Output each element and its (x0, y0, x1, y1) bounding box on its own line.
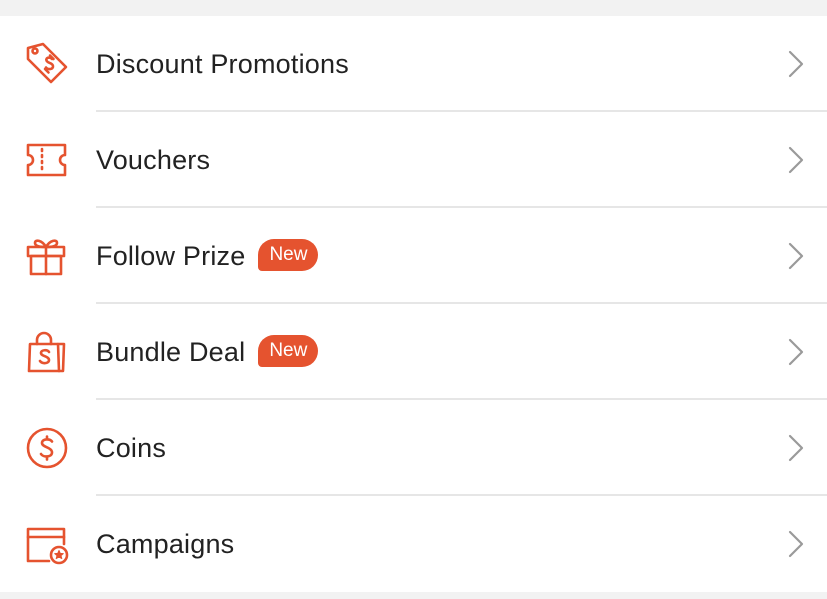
menu-item-label: Coins (96, 432, 167, 463)
voucher-ticket-icon (22, 136, 70, 184)
menu-item-coins[interactable]: Coins (0, 400, 827, 496)
menu-item-follow-prize[interactable]: Follow Prize New (0, 208, 827, 304)
shopping-bag-icon (22, 328, 70, 376)
menu-item-campaigns[interactable]: Campaigns (0, 496, 827, 592)
menu-item-label: Campaigns (96, 528, 235, 559)
menu-item-bundle-deal[interactable]: Bundle Deal New (0, 304, 827, 400)
chevron-right-icon (787, 50, 805, 78)
chevron-right-icon (787, 434, 805, 462)
menu-item-label: Discount Promotions (96, 48, 349, 79)
chevron-right-icon (787, 530, 805, 558)
menu-item-label: Bundle Deal (96, 336, 246, 367)
seller-tools-menu: Discount Promotions Vouchers Follow Priz… (0, 16, 827, 592)
menu-item-label: Vouchers (96, 144, 211, 175)
new-badge: New (258, 335, 319, 367)
new-badge: New (258, 239, 319, 271)
menu-item-discount-promotions[interactable]: Discount Promotions (0, 16, 827, 112)
chevron-right-icon (787, 242, 805, 270)
coin-icon (22, 424, 70, 472)
menu-item-vouchers[interactable]: Vouchers (0, 112, 827, 208)
chevron-right-icon (787, 146, 805, 174)
menu-item-label: Follow Prize (96, 240, 246, 271)
gift-icon (22, 232, 70, 280)
campaign-calendar-icon (22, 520, 70, 568)
price-tag-icon (22, 40, 70, 88)
chevron-right-icon (787, 338, 805, 366)
